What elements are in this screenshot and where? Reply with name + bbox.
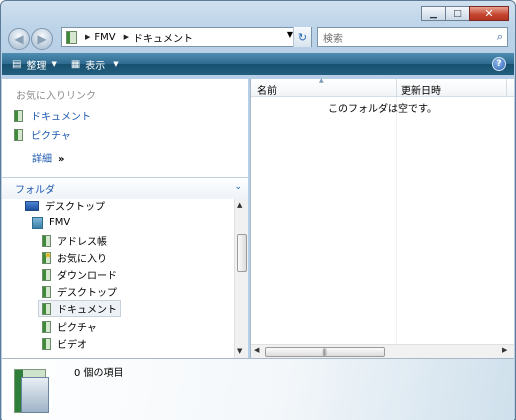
tree-item-desktop-folder[interactable]: デスクトップ: [39, 283, 120, 300]
scroll-left-icon[interactable]: ◀: [254, 346, 259, 354]
minimize-button[interactable]: ▁: [421, 6, 445, 21]
refresh-button[interactable]: ↻: [293, 27, 311, 47]
tree-item-videos[interactable]: ビデオ: [39, 335, 90, 352]
documents-folder-icon: [14, 109, 23, 122]
folders-header[interactable]: フォルダ ⌄: [2, 177, 248, 199]
views-label: 表示: [85, 60, 106, 72]
help-icon: ?: [496, 59, 502, 69]
file-list-pane: ▲ 名前 更新日時 このフォルダは空です。 ◀ ||| ▶: [250, 77, 514, 358]
more-links-label: 詳細: [32, 154, 52, 165]
tree-item-desktop[interactable]: デスクトップ: [22, 199, 108, 214]
column-header-modified[interactable]: 更新日時: [401, 82, 441, 97]
search-input[interactable]: 検索 ⌕: [317, 27, 508, 47]
organize-button[interactable]: ▤ 整理 ▼: [12, 57, 57, 72]
tree-item-label: アドレス帳: [57, 237, 107, 248]
tree-item-label: ピクチャ: [57, 323, 97, 334]
help-button[interactable]: ?: [492, 57, 506, 71]
column-gridline: [396, 97, 397, 344]
breadcrumb-separator-icon[interactable]: ▶: [124, 33, 129, 41]
more-links-button[interactable]: 詳細 »: [32, 150, 64, 165]
tree-item-label: デスクトップ: [45, 202, 105, 213]
scroll-down-icon[interactable]: ▼: [237, 347, 242, 355]
navigation-pane: お気に入りリンク ドキュメント ピクチャ 詳細 » フォルダ ⌄ デスクトップ F…: [2, 79, 248, 358]
column-divider[interactable]: [506, 79, 507, 97]
tree-item-downloads[interactable]: ダウンロード: [39, 266, 120, 283]
tree-item-documents[interactable]: ドキュメント: [38, 300, 121, 317]
downloads-folder-icon: [42, 268, 51, 281]
organize-label: 整理: [26, 60, 47, 72]
videos-folder-icon: [42, 337, 51, 350]
back-arrow-icon: ◀: [14, 32, 24, 46]
organize-icon: ▤: [12, 58, 22, 70]
explorer-window: ▁ □ ✕ ◀ ▶ ▶ FMV ▶ ドキュメント ▼ ↻ 検索 ⌕ ▤ 整理 ▼…: [0, 0, 516, 420]
tree-item-favorites[interactable]: お気に入り: [39, 249, 110, 266]
documents-folder-large-icon: [12, 363, 50, 415]
forward-arrow-icon: ▶: [37, 32, 47, 46]
maximize-button[interactable]: □: [445, 6, 469, 21]
close-button[interactable]: ✕: [469, 6, 509, 21]
address-bar[interactable]: ▶ FMV ▶ ドキュメント ▼ ↻: [61, 27, 312, 47]
back-button[interactable]: ◀: [8, 28, 30, 50]
user-folder-icon: [32, 216, 43, 229]
scrollbar-thumb[interactable]: [237, 234, 247, 272]
search-icon[interactable]: ⌕: [497, 30, 503, 44]
tree-item-label: ダウンロード: [57, 271, 117, 282]
item-count: 0 個の項目: [74, 368, 124, 379]
tree-item-label: ドキュメント: [57, 305, 117, 316]
breadcrumb-documents[interactable]: ドキュメント: [133, 30, 193, 45]
views-icon: ▦: [70, 58, 81, 70]
caption-buttons: ▁ □ ✕: [421, 6, 509, 21]
chevron-down-icon: ▼: [113, 60, 119, 68]
chevron-down-icon: ▼: [51, 60, 57, 68]
folders-header-label: フォルダ: [15, 185, 55, 196]
scroll-right-icon[interactable]: ▶: [502, 346, 507, 354]
folder-tree-scrollbar[interactable]: ▲ ▼: [234, 199, 248, 358]
sort-ascending-icon: ▲: [319, 77, 324, 84]
column-header-name[interactable]: 名前: [257, 82, 277, 97]
details-pane: 0 個の項目: [2, 358, 514, 420]
favorite-links-title: お気に入りリンク: [16, 91, 96, 102]
refresh-icon: ↻: [297, 30, 308, 44]
column-header-row: ▲ 名前 更新日時: [251, 77, 514, 97]
favorite-link-label: ピクチャ: [31, 131, 71, 142]
favorite-link-label: ドキュメント: [31, 112, 91, 123]
breadcrumb-separator-icon[interactable]: ▶: [85, 33, 90, 41]
documents-folder-icon: [42, 302, 51, 315]
tree-item-label: FMV: [49, 217, 71, 228]
documents-folder-icon: [66, 30, 77, 44]
double-chevron-icon: »: [58, 154, 65, 165]
favorites-folder-icon: [42, 251, 52, 264]
forward-button[interactable]: ▶: [31, 28, 53, 50]
command-bar: ▤ 整理 ▼ ▦ 表示 ▼ ?: [2, 53, 514, 75]
minimize-icon: ▁: [430, 8, 437, 19]
tree-item-pictures[interactable]: ピクチャ: [39, 318, 100, 335]
breadcrumb-fmv[interactable]: FMV: [94, 32, 115, 43]
desktop-icon: [25, 200, 39, 211]
column-divider[interactable]: [396, 79, 397, 97]
tree-item-contacts[interactable]: アドレス帳: [39, 232, 110, 249]
chevron-down-icon: ⌄: [234, 182, 242, 192]
tree-item-label: デスクトップ: [57, 288, 117, 299]
pictures-folder-icon: [42, 320, 51, 333]
empty-folder-message: このフォルダは空です。: [328, 104, 437, 115]
tree-item-fmv[interactable]: FMV: [29, 214, 73, 231]
scrollbar-grip-icon: |||: [322, 348, 327, 356]
close-icon: ✕: [484, 7, 494, 20]
pictures-folder-icon: [14, 128, 23, 141]
scroll-up-icon[interactable]: ▲: [237, 201, 242, 209]
file-list-scrollbar[interactable]: ◀ ||| ▶: [251, 344, 514, 358]
views-button[interactable]: ▦ 表示 ▼: [71, 57, 119, 72]
tree-item-label: ビデオ: [57, 340, 87, 351]
favorite-link-pictures[interactable]: ピクチャ: [14, 127, 71, 142]
contacts-folder-icon: [42, 234, 51, 247]
search-placeholder: 検索: [323, 33, 343, 45]
maximize-icon: □: [453, 8, 462, 19]
scrollbar-thumb[interactable]: |||: [265, 347, 385, 357]
favorite-link-documents[interactable]: ドキュメント: [14, 108, 91, 123]
folder-tree: デスクトップ FMV アドレス帳 お気に入り ダウンロード デスクトップ: [2, 199, 234, 358]
tree-item-label: お気に入り: [57, 254, 107, 265]
desktop-folder-icon: [42, 285, 51, 298]
